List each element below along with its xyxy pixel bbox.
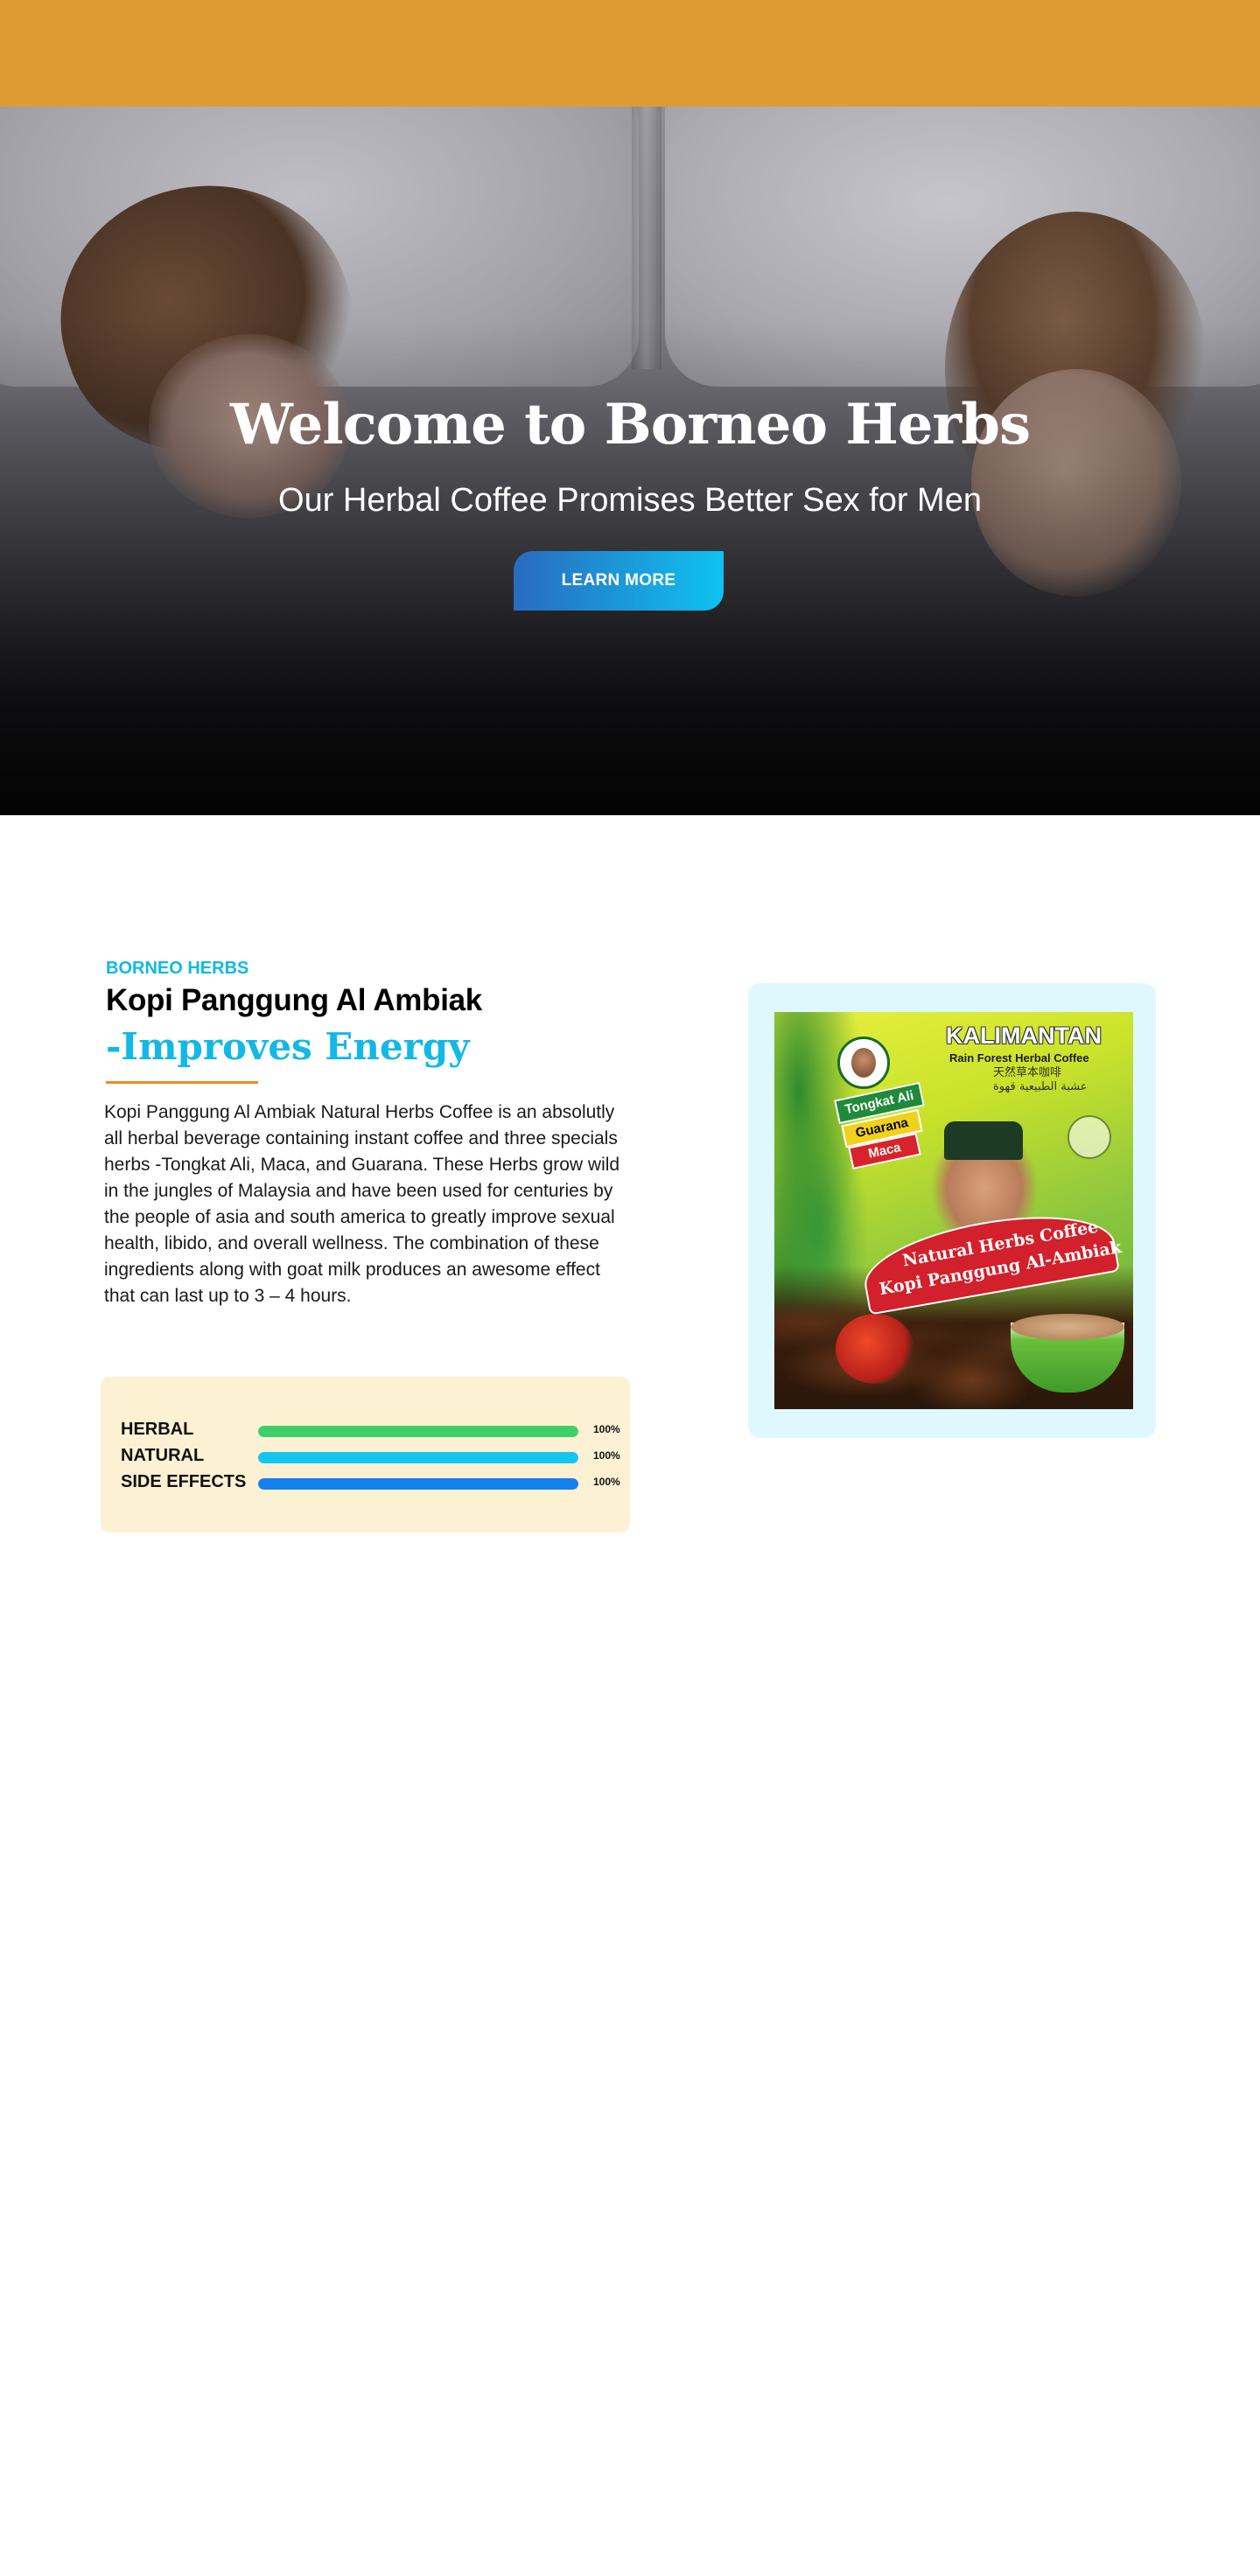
skill-label: SIDE EFFECTS xyxy=(121,1472,247,1491)
skill-bar-track xyxy=(258,1452,578,1463)
package-script-line: عشبة الطبيعية قهوة xyxy=(993,1080,1088,1093)
skill-label: HERBAL xyxy=(121,1420,194,1439)
hero-section xyxy=(0,107,1260,815)
subtitle-underline xyxy=(106,1081,258,1084)
skill-percent: 100% xyxy=(593,1423,620,1435)
package-brand-subtitle: Rain Forest Herbal Coffee xyxy=(949,1051,1089,1065)
package-portrait-hat xyxy=(944,1121,1023,1160)
package-script-text: 天然草本咖啡 عشبة الطبيعية قهوة xyxy=(993,1066,1088,1094)
package-coffee-cup-top xyxy=(1011,1314,1124,1340)
skill-side-effects: SIDE EFFECTS 100% xyxy=(121,1469,620,1495)
skills-panel: HERBAL 100% NATURAL 100% SIDE EFFECTS 10… xyxy=(101,1377,630,1532)
package-brand: KALIMANTAN xyxy=(946,1023,1102,1049)
skill-bar-fill xyxy=(258,1426,578,1437)
hero-title: Welcome to Borneo Herbs xyxy=(230,392,1031,457)
package-badge-icon xyxy=(1068,1115,1111,1159)
product-title: Kopi Panggung Al Ambiak xyxy=(106,983,482,1017)
skill-bar-fill xyxy=(258,1452,578,1463)
skill-bar-fill xyxy=(258,1478,578,1490)
skill-percent: 100% xyxy=(593,1449,620,1462)
skill-herbal: HERBAL 100% xyxy=(121,1416,620,1442)
package-guarana-berries xyxy=(836,1314,914,1384)
skill-label: NATURAL xyxy=(121,1446,205,1465)
hero-subtitle: Our Herbal Coffee Promises Better Sex fo… xyxy=(278,482,982,519)
package-script-line: 天然草本咖啡 xyxy=(993,1066,1062,1079)
top-bar xyxy=(0,0,1260,107)
package-logo xyxy=(837,1037,890,1089)
skill-percent: 100% xyxy=(593,1476,620,1488)
product-image-card: KALIMANTAN Rain Forest Herbal Coffee 天然草… xyxy=(748,983,1156,1438)
skill-bar-track xyxy=(258,1426,578,1437)
skill-bar-track xyxy=(258,1478,578,1490)
section-eyebrow: BORNEO HERBS xyxy=(106,959,249,978)
skill-natural: NATURAL 100% xyxy=(121,1442,620,1469)
product-description: Kopi Panggung Al Ambiak Natural Herbs Co… xyxy=(104,1102,620,1306)
product-package-image: KALIMANTAN Rain Forest Herbal Coffee 天然草… xyxy=(774,1012,1133,1409)
product-subtitle: -Improves Energy xyxy=(106,1025,470,1068)
hero-overlay xyxy=(0,107,1260,815)
learn-more-button[interactable]: LEARN MORE xyxy=(514,551,724,611)
